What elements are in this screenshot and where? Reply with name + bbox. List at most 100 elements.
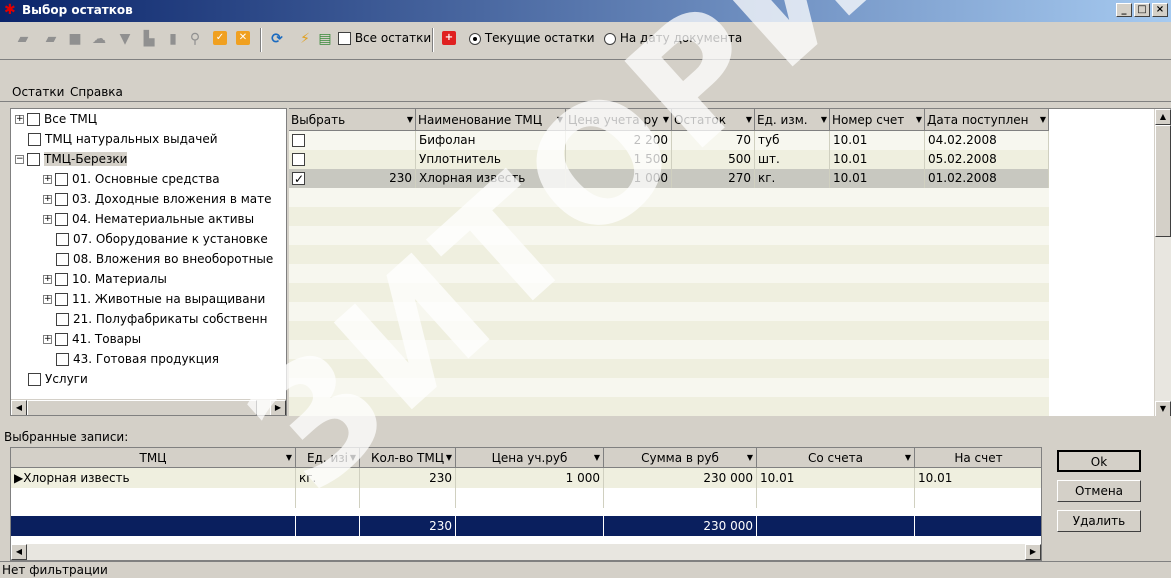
expand-icon[interactable]: +	[15, 115, 24, 124]
scroll-left-icon[interactable]: ◀	[11, 400, 27, 415]
tree-node[interactable]: 21. Полуфабрикаты собственн	[56, 309, 267, 329]
chevron-down-icon[interactable]: ▼	[747, 448, 753, 467]
copy-icon[interactable]: ▮	[164, 30, 182, 48]
tree-node[interactable]: − ТМЦ-Березки	[15, 149, 128, 169]
tree-checkbox[interactable]	[55, 213, 68, 226]
tree-node[interactable]: 07. Оборудование к установке	[56, 229, 268, 249]
radio-current-button[interactable]	[469, 32, 481, 45]
collapse-icon[interactable]: −	[15, 155, 24, 164]
scroll-right-icon[interactable]: ▶	[270, 400, 286, 415]
tree-node[interactable]: +04. Нематериальные активы	[43, 209, 254, 229]
column-header-price[interactable]: Цена уч.руб ▼	[456, 448, 604, 468]
chevron-down-icon[interactable]: ▼	[916, 109, 922, 130]
expand-icon[interactable]: +	[43, 175, 52, 184]
tree-node[interactable]: +01. Основные средства	[43, 169, 220, 189]
tree-checkbox[interactable]	[55, 173, 68, 186]
table-row[interactable]: 230 Хлорная известь 1 000 270 кг. 10.01 …	[289, 169, 1049, 188]
print-icon[interactable]: ▙	[140, 30, 158, 48]
chevron-down-icon[interactable]: ▼	[663, 109, 669, 130]
chevron-down-icon[interactable]: ▼	[557, 109, 563, 130]
edit-icon[interactable]: ▰	[14, 30, 32, 48]
table-row[interactable]: Бифолан 2 200 70 туб 10.01 04.02.2008	[289, 131, 1049, 150]
grid-vertical-scrollbar[interactable]: ▲ ▼	[1154, 109, 1171, 416]
expand-icon[interactable]: +	[43, 295, 52, 304]
radio-date[interactable]: На дату документа	[604, 31, 742, 45]
expand-icon[interactable]: +	[43, 335, 52, 344]
column-header-account[interactable]: Номер счет ▼	[830, 109, 925, 131]
column-header-unit[interactable]: Ед. изі ▼	[296, 448, 360, 468]
tree-node[interactable]: +03. Доходные вложения в мате	[43, 189, 272, 209]
tree-node[interactable]: Услуги	[28, 369, 88, 389]
all-remains-toggle[interactable]: Все остатки	[338, 31, 431, 45]
tree-checkbox[interactable]	[56, 353, 69, 366]
tree-node[interactable]: +41. Товары	[43, 329, 141, 349]
all-remains-checkbox[interactable]	[338, 32, 351, 45]
table-row[interactable]: ▶Хлорная известь кг. 230 1 000 230 000 1…	[11, 468, 1041, 488]
ok-button[interactable]: Ok	[1057, 450, 1141, 472]
minimize-button[interactable]: _	[1116, 3, 1132, 17]
close-button[interactable]: ×	[1152, 3, 1168, 17]
tree-checkbox[interactable]	[27, 113, 40, 126]
lightning-icon[interactable]: ⚡	[296, 30, 314, 48]
tree-node[interactable]: 43. Готовая продукция	[56, 349, 219, 369]
column-header-to-account[interactable]: На счет	[915, 448, 1041, 468]
tree-node[interactable]: ТМЦ натуральных выдачей	[28, 129, 218, 149]
chevron-down-icon[interactable]: ▼	[446, 448, 452, 467]
folder-icon[interactable]: ▰	[42, 30, 60, 48]
tree-node[interactable]: +11. Животные на выращивани	[43, 289, 265, 309]
scroll-up-icon[interactable]: ▲	[1155, 109, 1171, 125]
check-all-icon[interactable]: ✓	[213, 31, 227, 45]
expand-icon[interactable]: +	[43, 215, 52, 224]
category-tree[interactable]: + Все ТМЦ ТМЦ натуральных выдачей − ТМЦ-Бе…	[10, 108, 287, 416]
scroll-left-icon[interactable]: ◀	[11, 544, 27, 560]
radio-current[interactable]: Текущие остатки	[469, 31, 595, 45]
row-select-checkbox[interactable]	[292, 134, 305, 147]
tree-node[interactable]: 08. Вложения во внеоборотные	[56, 249, 273, 269]
column-header-name[interactable]: Наименование ТМЦ ▼	[416, 109, 566, 131]
link-icon[interactable]: ☁	[90, 30, 108, 48]
column-header-from-account[interactable]: Со счета ▼	[757, 448, 915, 468]
scroll-right-icon[interactable]: ▶	[1025, 544, 1041, 560]
column-header-qty[interactable]: Кол-во ТМЦ ▼	[360, 448, 456, 468]
chevron-down-icon[interactable]: ▼	[1040, 109, 1046, 130]
tree-checkbox[interactable]	[55, 193, 68, 206]
menu-item-help[interactable]: Справка	[70, 85, 123, 99]
selected-grid[interactable]: ТМЦ ▼ Ед. изі ▼ Кол-во ТМЦ ▼ Цена уч.руб ▼ С…	[10, 447, 1042, 561]
save-icon[interactable]: ■	[66, 30, 84, 48]
row-select-checkbox[interactable]	[292, 153, 305, 166]
document-icon[interactable]: ▤	[316, 30, 334, 48]
scroll-thumb[interactable]	[27, 400, 257, 415]
column-header-sum[interactable]: Сумма в руб ▼	[604, 448, 757, 468]
column-header-date[interactable]: Дата поступлен ▼	[925, 109, 1049, 131]
tree-horizontal-scrollbar[interactable]: ◀ ▶	[11, 399, 286, 415]
tree-node[interactable]: +10. Материалы	[43, 269, 167, 289]
remains-grid[interactable]: Выбрать ▼ Наименование ТМЦ ▼ Цена учета ру…	[289, 108, 1171, 416]
column-header-item[interactable]: ТМЦ ▼	[11, 448, 296, 468]
delete-button[interactable]: Удалить	[1057, 510, 1141, 532]
chevron-down-icon[interactable]: ▼	[407, 109, 413, 130]
tree-node[interactable]: + Все ТМЦ	[15, 109, 97, 129]
refresh-icon[interactable]: ⟳	[268, 30, 286, 48]
chevron-down-icon[interactable]: ▼	[594, 448, 600, 467]
expand-icon[interactable]: +	[43, 275, 52, 284]
menu-item-remains[interactable]: Остатки	[12, 85, 64, 99]
table-row[interactable]: Уплотнитель 1 500 500 шт. 10.01 05.02.20…	[289, 150, 1049, 169]
scroll-thumb[interactable]	[1155, 125, 1171, 237]
radio-date-button[interactable]	[604, 32, 616, 45]
maximize-button[interactable]: □	[1134, 3, 1150, 17]
filter-icon[interactable]: ▼	[116, 30, 134, 48]
column-header-price[interactable]: Цена учета ру ▼	[566, 109, 672, 131]
tree-checkbox[interactable]	[56, 313, 69, 326]
tree-checkbox[interactable]	[27, 153, 40, 166]
cancel-button[interactable]: Отмена	[1057, 480, 1141, 502]
tree-checkbox[interactable]	[56, 253, 69, 266]
chevron-down-icon[interactable]: ▼	[350, 448, 356, 467]
chevron-down-icon[interactable]: ▼	[821, 109, 827, 130]
column-header-unit[interactable]: Ед. изм. ▼	[755, 109, 830, 131]
tree-checkbox[interactable]	[56, 233, 69, 246]
add-icon[interactable]: +	[442, 31, 456, 45]
tree-checkbox[interactable]	[55, 273, 68, 286]
tree-checkbox[interactable]	[55, 293, 68, 306]
chevron-down-icon[interactable]: ▼	[905, 448, 911, 467]
chevron-down-icon[interactable]: ▼	[746, 109, 752, 130]
